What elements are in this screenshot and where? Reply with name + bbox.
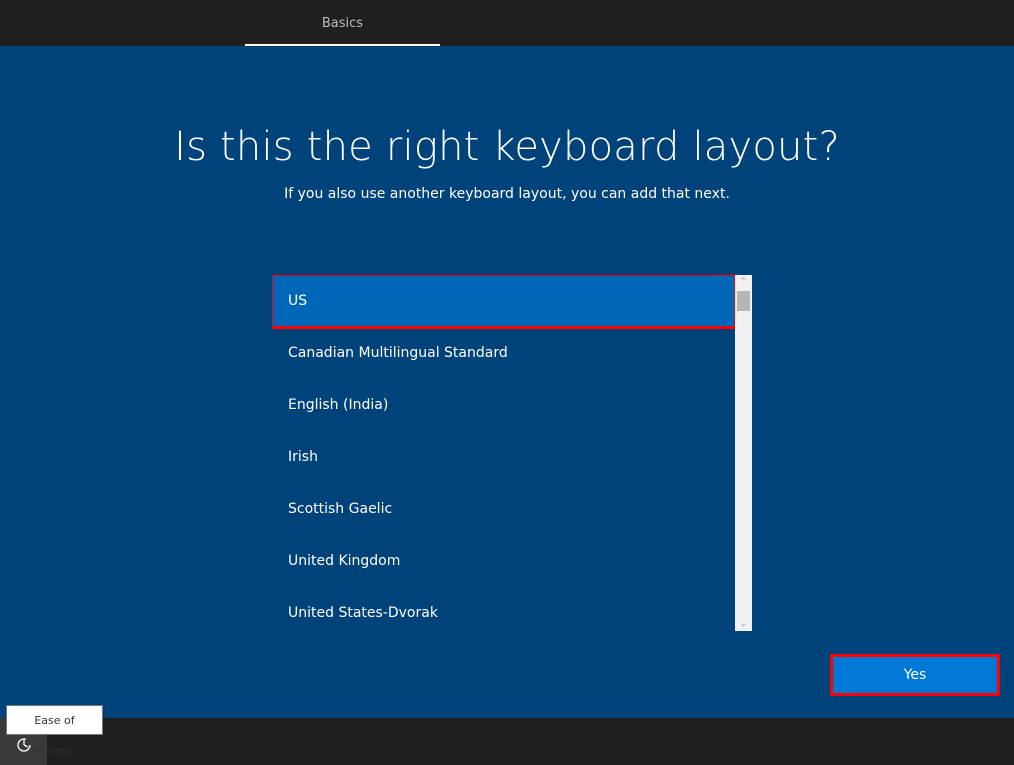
scroll-down-icon[interactable]: ⌄ [735,617,752,631]
page-title: Is this the right keyboard layout? [174,124,840,170]
yes-button[interactable]: Yes [830,654,1000,696]
list-item-scottish-gaelic[interactable]: Scottish Gaelic [272,483,735,535]
list-item-canadian-multilingual[interactable]: Canadian Multilingual Standard [272,327,735,379]
list-item-us-dvorak[interactable]: United States-Dvorak [272,587,735,631]
list-item-us[interactable]: US [272,275,735,329]
keyboard-layout-list[interactable]: US Canadian Multilingual Standard Englis… [272,275,752,631]
top-bar: Basics [0,0,1014,46]
list-scrollbar[interactable]: ⌃ ⌄ [735,275,752,631]
list-item-united-kingdom[interactable]: United Kingdom [272,535,735,587]
ease-of-access-tooltip: Ease of access [6,705,103,757]
main-panel: Is this the right keyboard layout? If yo… [0,46,1014,718]
page-subtitle: If you also use another keyboard layout,… [284,186,730,202]
scroll-up-icon[interactable]: ⌃ [735,275,752,289]
tab-basics: Basics [321,16,364,31]
bottom-bar [0,718,1014,765]
scroll-thumb[interactable] [737,291,750,311]
list-item-english-india[interactable]: English (India) [272,379,735,431]
ease-of-access-icon [17,738,31,752]
layout-list-items: US Canadian Multilingual Standard Englis… [272,275,735,631]
list-item-irish[interactable]: Irish [272,431,735,483]
